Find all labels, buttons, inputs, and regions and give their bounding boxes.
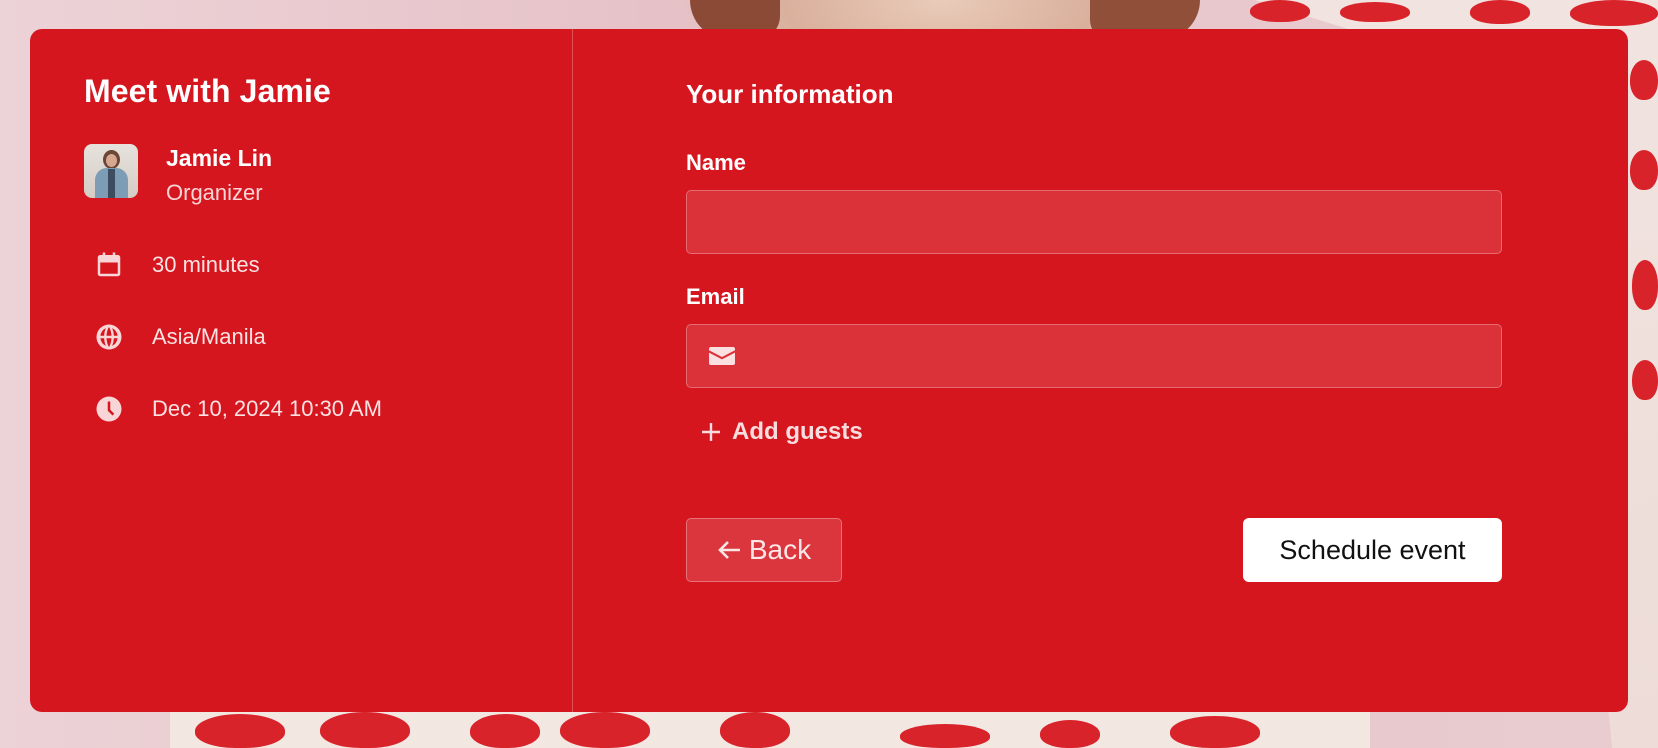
avatar	[84, 144, 138, 198]
name-label: Name	[686, 150, 746, 175]
event-title: Meet with Jamie	[84, 73, 331, 109]
background-pattern	[720, 712, 790, 748]
globe-icon	[94, 322, 124, 352]
background-pattern	[1630, 150, 1658, 190]
form-section-title: Your information	[686, 79, 894, 109]
mail-icon	[708, 344, 736, 368]
background-pattern	[1470, 0, 1530, 24]
form-actions: Back Schedule event	[686, 518, 1502, 582]
background-pattern	[1632, 360, 1658, 400]
information-form: Your information Name Email Add guests B…	[573, 29, 1628, 712]
arrow-left-icon	[718, 541, 740, 559]
add-guests-button[interactable]: Add guests	[700, 418, 863, 446]
duration-text: 30 minutes	[152, 252, 260, 277]
datetime-text: Dec 10, 2024 10:30 AM	[152, 396, 382, 421]
background-pattern	[1632, 260, 1658, 310]
schedule-label: Schedule event	[1279, 534, 1466, 565]
name-field-wrapper	[686, 190, 1502, 254]
background-pattern	[1170, 716, 1260, 748]
event-timezone: Asia/Manila	[84, 322, 572, 352]
name-input[interactable]	[687, 191, 1501, 253]
background-pattern	[900, 724, 990, 748]
back-button[interactable]: Back	[686, 518, 842, 582]
back-label: Back	[748, 534, 812, 565]
organizer-role: Organizer	[166, 180, 263, 205]
email-input[interactable]	[687, 325, 1501, 387]
background-pattern	[1340, 2, 1410, 22]
background-pattern	[1630, 60, 1658, 100]
plus-icon	[702, 423, 720, 441]
calendar-icon	[94, 250, 124, 280]
event-datetime: Dec 10, 2024 10:30 AM	[84, 394, 572, 424]
background-pattern	[1250, 0, 1310, 22]
add-guests-label: Add guests	[732, 418, 863, 445]
background-pattern	[1040, 720, 1100, 748]
organizer: Jamie Lin Organizer	[84, 144, 572, 206]
background-pattern	[195, 714, 285, 748]
organizer-name: Jamie Lin	[166, 145, 273, 171]
event-duration: 30 minutes	[84, 250, 572, 280]
timezone-text: Asia/Manila	[152, 324, 266, 349]
clock-icon	[94, 394, 124, 424]
background-pattern	[470, 714, 540, 748]
email-field-wrapper	[686, 324, 1502, 388]
background-pattern	[560, 712, 650, 748]
background-pattern	[320, 712, 410, 748]
booking-card: Meet with Jamie Jamie Lin Organizer 30 m…	[30, 29, 1628, 712]
background-pattern	[1570, 0, 1658, 26]
email-label: Email	[686, 284, 745, 309]
event-summary-panel: Meet with Jamie Jamie Lin Organizer 30 m…	[30, 29, 573, 712]
schedule-event-button[interactable]: Schedule event	[1243, 518, 1502, 582]
